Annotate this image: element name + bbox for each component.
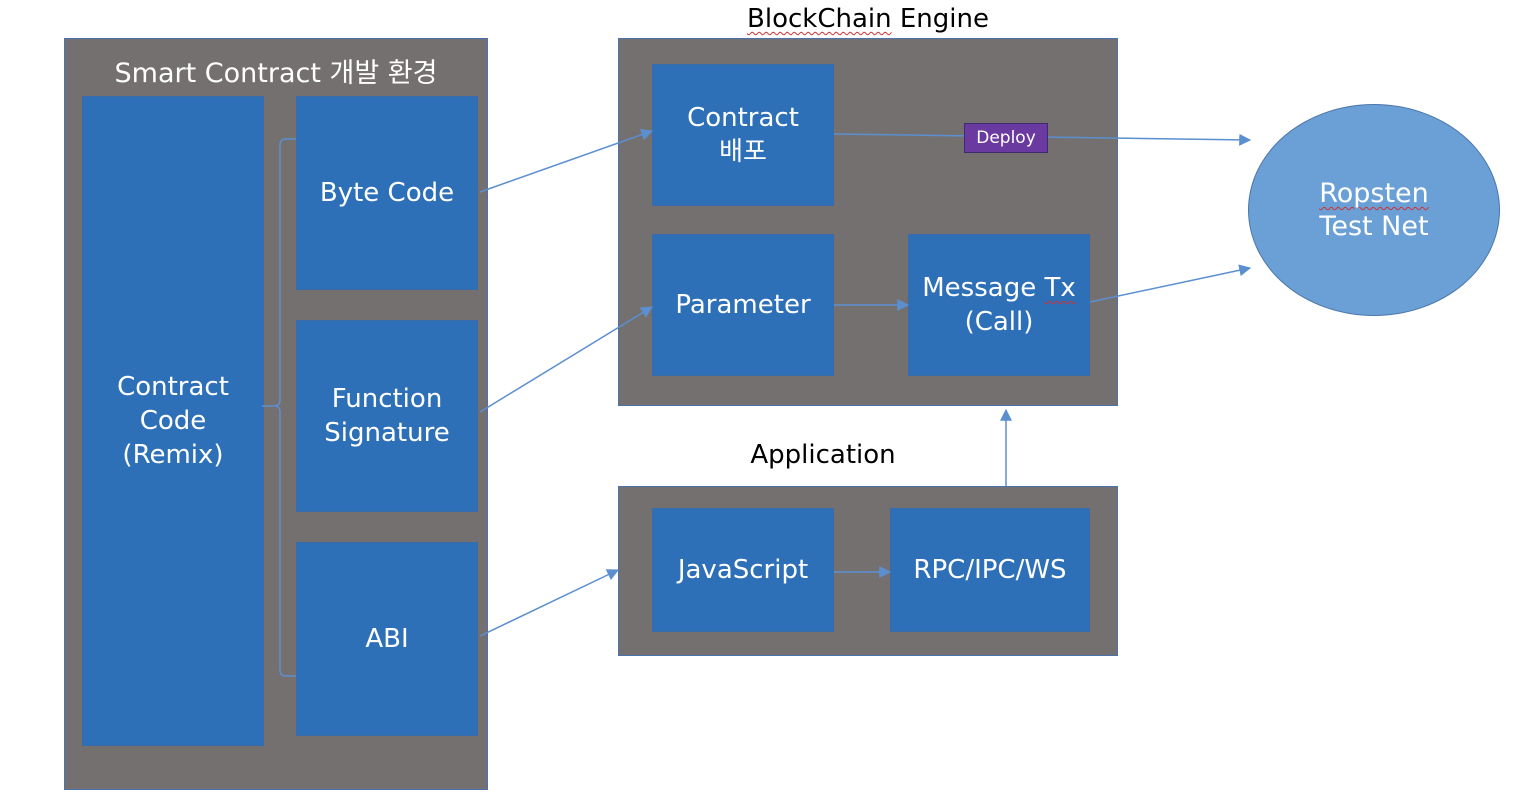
arrow-bytecode-to-contract: [479, 128, 654, 193]
arrow-abi-to-application: [479, 569, 620, 637]
arrow-function-to-parameter: [479, 306, 654, 413]
deploy-label-badge: Deploy: [964, 123, 1048, 153]
arrow-message-to-ropsten: [1089, 264, 1252, 303]
brace-connector: [262, 138, 296, 677]
connectors-layer: [262, 128, 1252, 677]
